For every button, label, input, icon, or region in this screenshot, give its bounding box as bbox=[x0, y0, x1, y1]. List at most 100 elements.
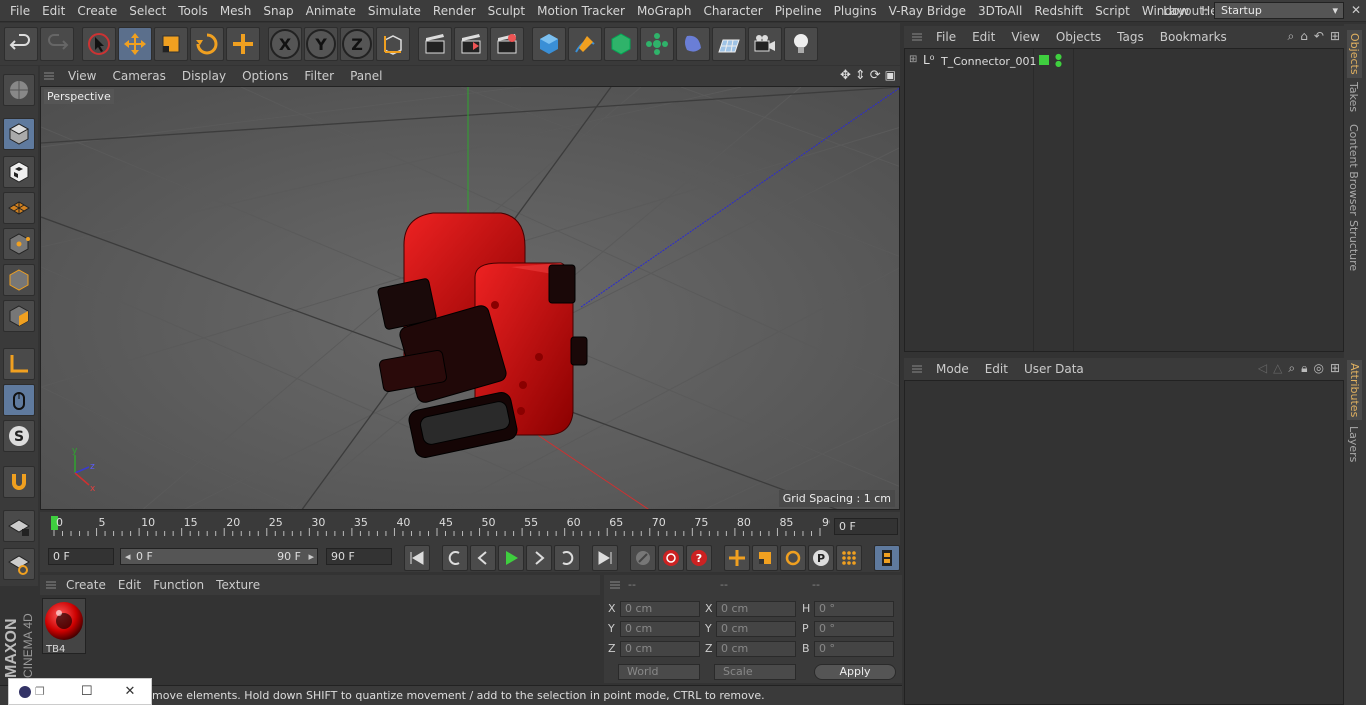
viewport-menu-options[interactable]: Options bbox=[234, 69, 296, 83]
menu-select[interactable]: Select bbox=[123, 0, 172, 22]
timeline-ruler[interactable]: 0 5 10 15 20 25 30 35 40 45 50 55 60 65 70 75 80 85 90 0 F bbox=[40, 512, 900, 542]
perspective-viewport[interactable]: y z x Perspective Grid Spacing : 1 cm bbox=[40, 86, 900, 510]
panel-grip-icon[interactable] bbox=[44, 71, 54, 81]
search-icon[interactable]: ⌕ bbox=[1288, 29, 1295, 44]
target-icon[interactable]: ◎ bbox=[1313, 361, 1323, 376]
next-frame-button[interactable] bbox=[526, 545, 552, 571]
play-forward-button[interactable] bbox=[498, 545, 524, 571]
go-to-start-button[interactable] bbox=[404, 545, 430, 571]
add-subdivision-button[interactable] bbox=[604, 27, 638, 61]
object-menu-file[interactable]: File bbox=[928, 30, 964, 44]
editor-render-dots-icon[interactable]: ● ● bbox=[1055, 53, 1062, 68]
menu-motion-tracker[interactable]: Motion Tracker bbox=[531, 0, 631, 22]
tab-objects[interactable]: Objects bbox=[1347, 30, 1362, 78]
menu-file[interactable]: File bbox=[4, 0, 36, 22]
viewport-pan-icon[interactable]: ✥ bbox=[840, 68, 851, 83]
home-icon[interactable]: ⌂ bbox=[1300, 29, 1308, 44]
record-active-objects-button[interactable] bbox=[630, 545, 656, 571]
menu-script[interactable]: Script bbox=[1089, 0, 1136, 22]
menu-3dtoall[interactable]: 3DToAll bbox=[972, 0, 1028, 22]
object-menu-bookmarks[interactable]: Bookmarks bbox=[1152, 30, 1235, 44]
tab-layers[interactable]: Layers bbox=[1347, 426, 1360, 462]
workplane-rotate-button[interactable] bbox=[3, 548, 35, 580]
points-mode-button[interactable] bbox=[3, 228, 35, 260]
polygons-mode-button[interactable] bbox=[3, 300, 35, 332]
texture-mode-button[interactable] bbox=[3, 156, 35, 188]
menu-plugins[interactable]: Plugins bbox=[828, 0, 883, 22]
render-view-button[interactable] bbox=[418, 27, 452, 61]
move-tool-button[interactable] bbox=[118, 27, 152, 61]
window-close-icon[interactable]: ✕ bbox=[1348, 2, 1364, 18]
material-menu-edit[interactable]: Edit bbox=[112, 578, 147, 592]
expand-toggle-icon[interactable]: ⊞ bbox=[909, 54, 917, 65]
tab-attributes[interactable]: Attributes bbox=[1347, 360, 1362, 421]
menu-sculpt[interactable]: Sculpt bbox=[482, 0, 531, 22]
pos-z-field[interactable]: 0 cm bbox=[620, 641, 700, 657]
close-icon[interactable]: ✕ bbox=[125, 684, 136, 699]
tab-structure[interactable]: Structure bbox=[1347, 220, 1360, 271]
add-light-button[interactable] bbox=[784, 27, 818, 61]
key-position-button[interactable] bbox=[724, 545, 750, 571]
rot-h-field[interactable]: 0 ° bbox=[814, 601, 894, 617]
size-z-field[interactable]: 0 cm bbox=[716, 641, 796, 657]
timeline-window-button[interactable] bbox=[874, 545, 900, 571]
new-panel-icon[interactable]: ⊞ bbox=[1330, 361, 1340, 376]
workplane-mode-button[interactable] bbox=[3, 192, 35, 224]
apply-button[interactable]: Apply bbox=[814, 664, 896, 680]
viewport-menu-cameras[interactable]: Cameras bbox=[104, 69, 173, 83]
workplane-snap-button[interactable] bbox=[3, 510, 35, 542]
current-frame-field[interactable]: 0 F bbox=[834, 518, 898, 535]
attribute-menu-edit[interactable]: Edit bbox=[977, 362, 1016, 376]
rot-b-field[interactable]: 0 ° bbox=[814, 641, 894, 657]
panel-grip-icon[interactable] bbox=[912, 364, 922, 374]
tab-content-browser[interactable]: Content Browser bbox=[1347, 124, 1360, 216]
transform-tool-button[interactable] bbox=[226, 27, 260, 61]
material-menu-texture[interactable]: Texture bbox=[210, 578, 266, 592]
edges-mode-button[interactable] bbox=[3, 264, 35, 296]
viewport-menu-panel[interactable]: Panel bbox=[342, 69, 390, 83]
key-parameter-button[interactable]: P bbox=[808, 545, 834, 571]
minimized-window-bar[interactable]: ❐ ☐ ✕ bbox=[8, 678, 152, 705]
lock-x-axis-button[interactable]: X bbox=[268, 27, 302, 61]
lock-y-axis-button[interactable]: Y bbox=[304, 27, 338, 61]
rot-p-field[interactable]: 0 ° bbox=[814, 621, 894, 637]
back-arrow-icon[interactable]: ◁ bbox=[1258, 361, 1267, 376]
viewport-menu-filter[interactable]: Filter bbox=[296, 69, 342, 83]
size-y-field[interactable]: 0 cm bbox=[716, 621, 796, 637]
layout-dropdown[interactable]: Startup bbox=[1214, 2, 1344, 19]
make-editable-button[interactable] bbox=[3, 74, 35, 106]
frame-ruler[interactable]: 0 5 10 15 20 25 30 35 40 45 50 55 60 65 70 75 80 85 90 bbox=[50, 514, 830, 536]
autokeying-button[interactable] bbox=[658, 545, 684, 571]
menu-simulate[interactable]: Simulate bbox=[362, 0, 427, 22]
key-pla-button[interactable] bbox=[836, 545, 862, 571]
viewport-rotate-icon[interactable]: ⟳ bbox=[870, 68, 881, 83]
solo-mode-button[interactable]: S bbox=[3, 420, 35, 452]
object-menu-view[interactable]: View bbox=[1003, 30, 1047, 44]
add-cloner-button[interactable] bbox=[640, 27, 674, 61]
axis-mode-button[interactable] bbox=[3, 348, 35, 380]
add-floor-button[interactable] bbox=[712, 27, 746, 61]
menu-vray-bridge[interactable]: V-Ray Bridge bbox=[883, 0, 972, 22]
key-rotation-button[interactable] bbox=[780, 545, 806, 571]
object-row[interactable]: ⊞ L⁰ T_Connector_001 ● ● bbox=[905, 52, 1343, 70]
render-settings-button[interactable] bbox=[490, 27, 524, 61]
viewport-dolly-icon[interactable]: ⇕ bbox=[855, 68, 866, 83]
preview-range-slider[interactable]: ◂ 0 F 90 F ▸ bbox=[120, 548, 318, 565]
viewport-menu-view[interactable]: View bbox=[60, 69, 104, 83]
end-frame-field[interactable]: 90 F bbox=[326, 548, 392, 565]
viewport-camera-label[interactable]: Perspective bbox=[44, 89, 114, 104]
object-menu-objects[interactable]: Objects bbox=[1048, 30, 1109, 44]
add-cube-button[interactable] bbox=[532, 27, 566, 61]
menu-create[interactable]: Create bbox=[71, 0, 123, 22]
pos-y-field[interactable]: 0 cm bbox=[620, 621, 700, 637]
render-picture-viewer-button[interactable] bbox=[454, 27, 488, 61]
viewport-menu-display[interactable]: Display bbox=[174, 69, 234, 83]
previous-key-button[interactable] bbox=[442, 545, 468, 571]
range-right-arrow-icon[interactable]: ▸ bbox=[308, 549, 314, 564]
tab-takes[interactable]: Takes bbox=[1347, 82, 1360, 112]
object-menu-edit[interactable]: Edit bbox=[964, 30, 1003, 44]
pos-x-field[interactable]: 0 cm bbox=[620, 601, 700, 617]
panel-grip-icon[interactable] bbox=[912, 32, 922, 42]
viewport-maximize-icon[interactable]: ▣ bbox=[885, 68, 896, 83]
menu-redshift[interactable]: Redshift bbox=[1028, 0, 1089, 22]
